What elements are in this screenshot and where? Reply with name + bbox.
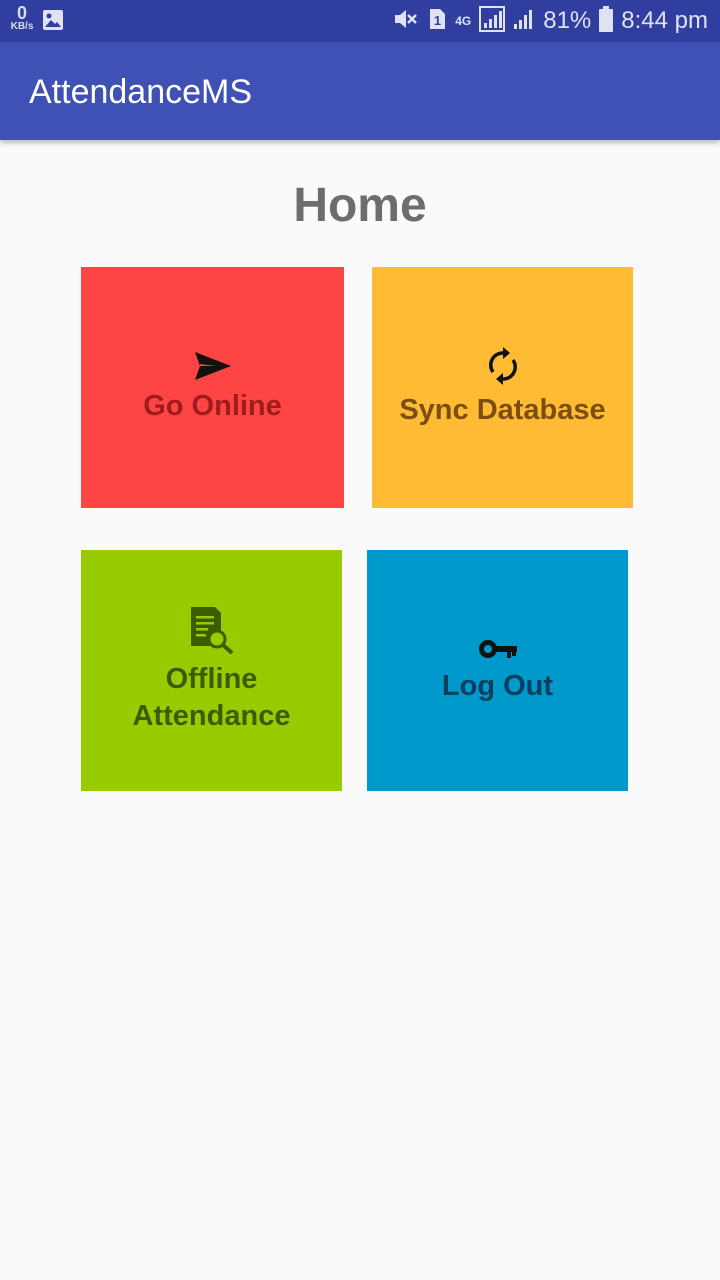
offline-attendance-label: Offline Attendance [132, 663, 291, 732]
app-title: AttendanceMS [29, 73, 253, 111]
battery-icon [599, 5, 614, 37]
log-out-label: Log Out [441, 669, 554, 702]
gallery-icon [42, 9, 64, 36]
signal-icon [479, 5, 506, 37]
mute-icon [393, 7, 419, 36]
signal-2-icon [513, 7, 535, 36]
sim-slot-number: 1 [434, 13, 441, 28]
send-icon [194, 351, 232, 386]
sync-database-button[interactable]: Sync Database [372, 267, 633, 508]
network-speed: 0 KB/s [8, 4, 36, 32]
network-speed-value: 0 [16, 3, 27, 23]
log-out-button[interactable]: Log Out [367, 550, 628, 791]
clock: 8:44 pm [621, 7, 708, 34]
status-bar: 0 KB/s 1 4G 81% 8:44 pm [0, 0, 720, 42]
page-title: Home [293, 179, 427, 232]
sync-icon [486, 346, 520, 390]
go-online-label: Go Online [143, 389, 282, 422]
sync-database-label: Sync Database [399, 393, 606, 426]
network-type: 4G [455, 14, 472, 28]
status-icons: 1 4G 81% 8:44 pm [393, 0, 708, 42]
document-search-icon [189, 606, 235, 659]
network-speed-unit: KB/s [10, 21, 34, 32]
key-icon [478, 637, 518, 666]
battery-percent: 81% [543, 7, 592, 34]
go-online-button[interactable]: Go Online [81, 267, 344, 508]
offline-attendance-button[interactable]: Offline Attendance [81, 550, 342, 791]
sim-icon: 1 [427, 7, 447, 36]
app-bar: AttendanceMS [0, 42, 720, 140]
